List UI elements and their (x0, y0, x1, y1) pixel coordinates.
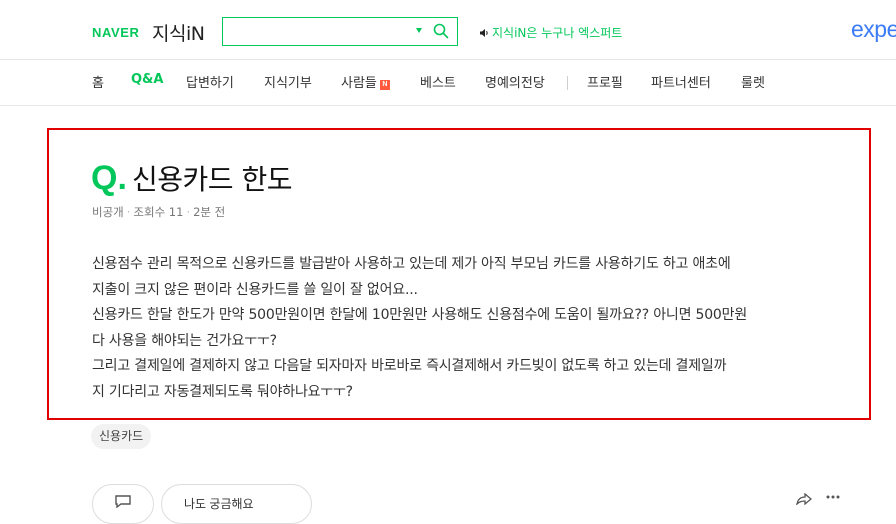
nav-hall-of-fame[interactable]: 명예의전당 (485, 72, 545, 91)
nav-best[interactable]: 베스트 (420, 72, 456, 91)
new-badge: N (379, 80, 390, 90)
search-input[interactable] (229, 21, 409, 41)
comment-button[interactable] (92, 484, 154, 524)
nav-roulette[interactable]: 룰렛 (741, 72, 765, 91)
nav-profile[interactable]: 프로필 (587, 72, 623, 91)
nav-people-label: 사람들 (341, 76, 377, 91)
question-meta: 비공개 · 조회수 11 · 2분 전 (92, 205, 226, 219)
body-line: 지 기다리고 자동결제되도록 둬야하나요ㅜㅜ? (92, 383, 353, 400)
me-too-label: 나도 궁금해요 (184, 497, 254, 511)
question-mark-icon: Q. (91, 159, 127, 197)
main-nav: 홈 Q&A 답변하기 지식기부 사람들 N 베스트 명예의전당 프로필 파트너센터… (0, 60, 896, 106)
nav-partner-center[interactable]: 파트너센터 (651, 72, 711, 91)
view-count: 조회수 11 (133, 205, 184, 219)
announcement-text: 지식iN은 누구나 엑스퍼트 (492, 26, 623, 40)
search-dropdown-icon[interactable] (416, 28, 422, 33)
nav-qa[interactable]: Q&A (131, 72, 163, 87)
nav-answer[interactable]: 답변하기 (186, 72, 234, 91)
question-title: 신용카드 한도 (132, 163, 292, 196)
body-line: 신용점수 관리 목적으로 신용카드를 발급받아 사용하고 있는데 제가 아직 부… (92, 256, 731, 272)
me-too-button[interactable]: 나도 궁금해요 (161, 484, 312, 524)
search-bar (222, 17, 458, 46)
author: 비공개 (92, 205, 124, 219)
share-icon[interactable] (796, 493, 812, 505)
search-button[interactable] (433, 23, 449, 39)
body-line: 다 사용을 해야되는 건가요ㅜㅜ? (92, 332, 277, 349)
speaker-icon (480, 29, 488, 37)
search-icon (433, 23, 449, 39)
service-logo[interactable]: 지식iN (152, 19, 205, 46)
nav-donate[interactable]: 지식기부 (264, 72, 312, 91)
announcement-link[interactable]: 지식iN은 누구나 엑스퍼트 (479, 24, 622, 41)
nav-divider (567, 76, 568, 90)
body-line: 그리고 결제일에 결제하지 않고 다음달 되자마자 바로바로 즉시결제해서 카드… (92, 358, 727, 374)
expert-logo[interactable]: expe (851, 16, 896, 43)
top-header: NAVER 지식iN 지식iN은 누구나 엑스퍼트 expe (0, 0, 896, 60)
nav-people[interactable]: 사람들 N (341, 72, 390, 91)
body-line: 신용카드 한달 한도가 만약 500만원이면 한달에 10만원만 사용해도 신용… (92, 307, 747, 323)
tag-chip[interactable]: 신용카드 (91, 424, 152, 449)
nav-home[interactable]: 홈 (92, 72, 104, 91)
post-time: 2분 전 (193, 205, 226, 219)
question-body: 신용점수 관리 목적으로 신용카드를 발급받아 사용하고 있는데 제가 아직 부… (92, 252, 852, 405)
body-line: 지출이 크지 않은 편이라 신용카드를 쓸 일이 잘 없어요... (92, 281, 418, 298)
comment-icon (115, 495, 131, 508)
naver-logo[interactable]: NAVER (92, 25, 140, 40)
more-icon[interactable] (826, 494, 840, 500)
